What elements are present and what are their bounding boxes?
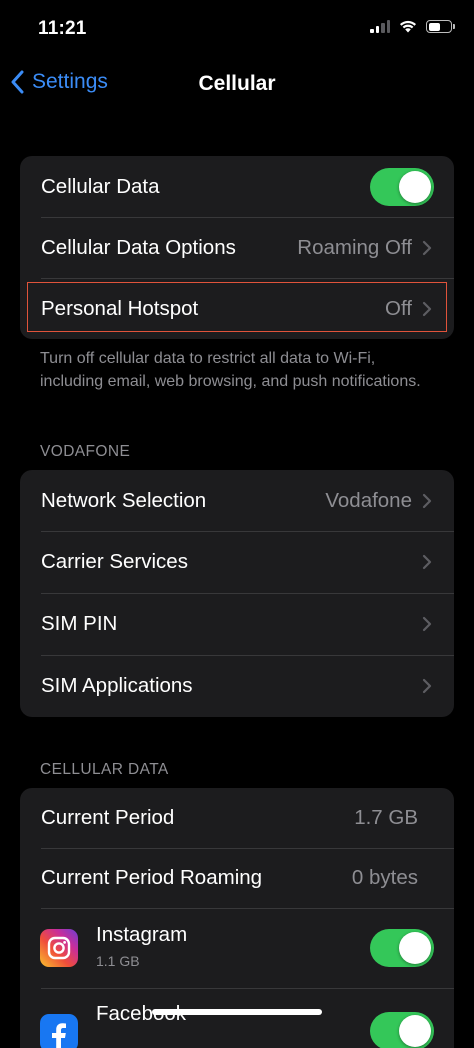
cellular-settings-group: Cellular Data Cellular Data Options Roam…	[20, 156, 454, 339]
chevron-right-icon	[422, 678, 432, 694]
app-name: Instagram	[96, 923, 188, 946]
network-selection-label: Network Selection	[41, 488, 207, 512]
personal-hotspot-value: Off	[385, 296, 412, 320]
carrier-services-label: Carrier Services	[41, 550, 188, 573]
cellular-data-footer-note: Turn off cellular data to restrict all d…	[40, 350, 421, 390]
network-selection-row[interactable]: Network Selection Vodafone	[20, 470, 454, 531]
chevron-right-icon	[422, 301, 432, 316]
cellular-data-toggle[interactable]	[370, 167, 434, 206]
chevron-right-icon	[422, 240, 432, 255]
instagram-icon	[40, 929, 78, 967]
status-time: 11:21	[38, 18, 87, 39]
status-bar: 11:21	[0, 0, 474, 60]
current-period-roaming-value: 0 bytes	[351, 866, 418, 889]
facebook-data-toggle[interactable]	[370, 1012, 434, 1048]
current-period-value: 1.7 GB	[354, 806, 418, 829]
chevron-right-icon	[422, 493, 432, 508]
network-selection-value: Vodafone	[325, 488, 412, 512]
home-indicator	[152, 1009, 322, 1015]
chevron-right-icon	[422, 616, 432, 632]
chevron-right-icon	[422, 554, 432, 570]
current-period-label: Current Period	[41, 806, 175, 829]
carrier-section-header: VODAFONE	[40, 443, 131, 460]
app-row-instagram: Instagram 1.1 GB	[20, 908, 454, 988]
wifi-icon	[400, 20, 416, 33]
page-title: Cellular	[198, 72, 276, 95]
cellular-data-label: Cellular Data	[41, 174, 160, 198]
cellular-data-options-row[interactable]: Cellular Data Options Roaming Off	[20, 217, 454, 278]
cellular-signal-icon	[370, 20, 390, 33]
instagram-data-toggle[interactable]	[370, 929, 434, 967]
navigation-bar: Settings Cellular	[0, 60, 474, 108]
app-usage: 1.1 GB	[96, 953, 140, 969]
current-period-roaming-label: Current Period Roaming	[41, 866, 263, 889]
facebook-icon	[40, 1014, 78, 1048]
personal-hotspot-label: Personal Hotspot	[41, 296, 199, 320]
cellular-data-options-value: Roaming Off	[297, 235, 412, 259]
carrier-group: Network Selection Vodafone Carrier Servi…	[20, 470, 454, 717]
battery-icon	[426, 20, 455, 33]
cellular-data-options-label: Cellular Data Options	[41, 235, 236, 259]
status-icons	[370, 20, 455, 33]
current-period-row: Current Period 1.7 GB	[20, 788, 454, 848]
cellular-data-section-header: CELLULAR DATA	[40, 761, 169, 778]
sim-applications-row[interactable]: SIM Applications	[20, 655, 454, 717]
current-period-roaming-row: Current Period Roaming 0 bytes	[20, 848, 454, 908]
cellular-data-row: Cellular Data	[20, 156, 454, 217]
personal-hotspot-row[interactable]: Personal Hotspot Off	[20, 278, 454, 339]
sim-applications-label: SIM Applications	[41, 674, 193, 697]
app-row-facebook: Facebook	[20, 988, 454, 1048]
carrier-services-row[interactable]: Carrier Services	[20, 531, 454, 593]
sim-pin-row[interactable]: SIM PIN	[20, 593, 454, 655]
sim-pin-label: SIM PIN	[41, 612, 118, 635]
